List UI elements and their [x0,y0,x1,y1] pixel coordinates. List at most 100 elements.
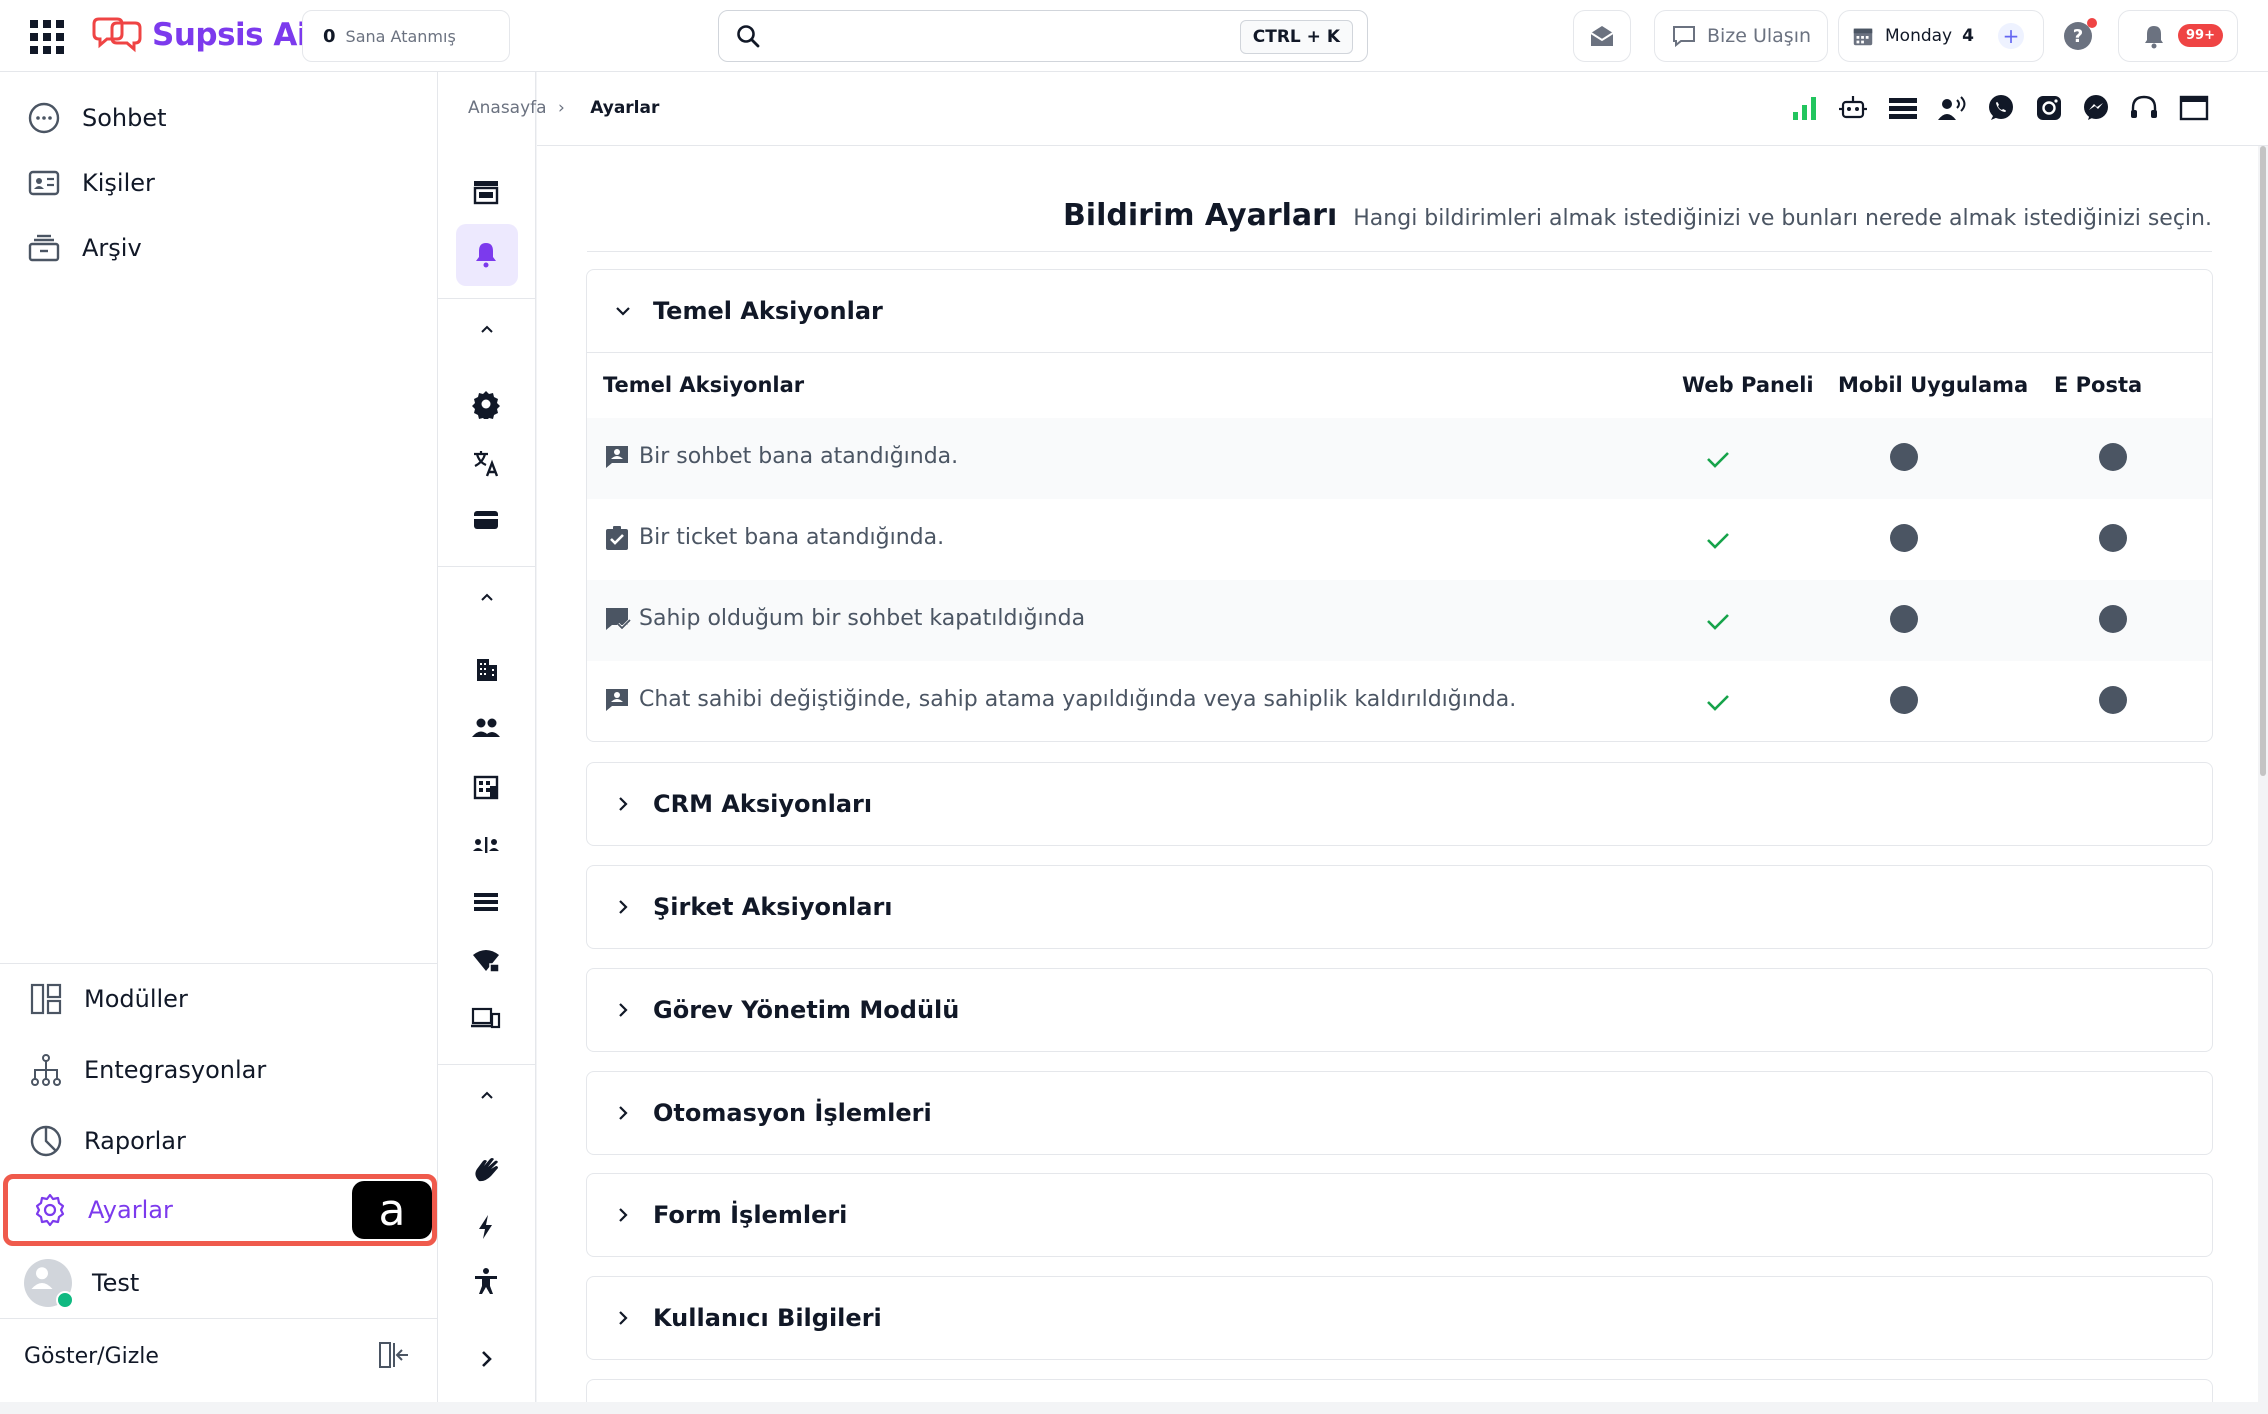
column-header-mobile: Mobil Uygulama [1838,373,2029,397]
collapse-sidebar-icon[interactable] [378,1340,412,1370]
chevron-right-icon [619,1311,628,1325]
notifications-button[interactable]: 99+ [2118,10,2238,62]
ticket-check-icon [606,526,628,550]
toggle-sidebar-label[interactable]: Göster/Gizle [24,1344,159,1369]
sidebar-item-raporlar[interactable]: Raporlar [0,1111,438,1171]
list-rows-icon[interactable] [1887,92,1919,124]
rail-greeting-icon[interactable] [468,1152,504,1188]
email-toggle-off[interactable] [2099,686,2127,714]
rail-company-icon[interactable] [468,652,504,688]
section-otomasyon-islemleri[interactable]: Otomasyon İşlemleri [586,1071,2213,1155]
rail-teams-icon[interactable] [468,826,504,862]
sidebar-item-label: Kişiler [82,169,155,197]
section-header[interactable]: Form İşlemleri [587,1174,2212,1256]
main-scrollbar[interactable] [2258,146,2268,1402]
rail-accessibility-icon[interactable] [468,1264,504,1300]
chevron-up-icon[interactable] [478,1086,496,1104]
section-sirket-aksiyonlari[interactable]: Şirket Aksiyonları [586,865,2213,949]
breadcrumb-home[interactable]: Anasayfa [468,98,547,118]
add-event-icon[interactable]: + [1997,23,2024,49]
sidebar-divider [0,1318,438,1319]
section-header[interactable]: Kullanıcı Bilgileri [587,1277,2212,1359]
web-enabled-check-icon[interactable] [1703,525,1733,555]
speaking-users-icon[interactable] [1937,92,1969,124]
section-gorev-yonetim-modulu[interactable]: Görev Yönetim Modülü [586,968,2213,1052]
global-search[interactable]: CTRL + K [718,10,1368,62]
messenger-icon[interactable] [2080,92,2112,124]
rail-settings-icon[interactable] [468,386,504,422]
chevron-right-icon[interactable] [476,1348,498,1370]
inbox-button[interactable] [1573,10,1631,62]
rail-devices-icon[interactable] [468,1000,504,1036]
mobile-toggle-off[interactable] [1890,443,1918,471]
bot-icon[interactable] [1837,92,1869,124]
breadcrumb: Anasayfa › Ayarlar [468,98,659,118]
search-input[interactable] [779,19,1239,55]
contact-us-button[interactable]: Bize Ulaşın [1654,10,1828,62]
sidebar-item-kisiler[interactable]: Kişiler [0,153,438,213]
section-header[interactable]: CRM Aksiyonları [587,763,2212,845]
email-toggle-off[interactable] [2099,443,2127,471]
whatsapp-icon[interactable] [1985,92,2017,124]
sidebar-divider [0,963,438,964]
email-toggle-off[interactable] [2099,605,2127,633]
mobile-toggle-off[interactable] [1890,524,1918,552]
section-header[interactable]: Otomasyon İşlemleri [587,1072,2212,1154]
rail-users-icon[interactable] [468,710,504,746]
help-alert-dot [2087,18,2097,28]
sidebar-item-user[interactable]: Test [0,1253,438,1313]
calendar-widget[interactable]: Monday 4 + [1838,10,2044,62]
chevron-right-icon [619,900,628,914]
rail-billing-icon[interactable] [468,502,504,538]
web-enabled-check-icon[interactable] [1703,687,1733,717]
signal-bars-icon[interactable] [1789,92,1821,124]
assigned-to-me-chip[interactable]: 0 Sana Atanmış [302,10,510,62]
section-form-islemleri[interactable]: Form İşlemleri [586,1173,2213,1257]
sidebar-item-sohbet[interactable]: Sohbet [0,88,438,148]
apps-grid-icon[interactable] [30,20,64,54]
rail-wifi-lock-icon[interactable] [468,942,504,978]
section-header[interactable]: Temel Aksiyonlar [587,270,2212,352]
sidebar-item-arsiv[interactable]: Arşiv [0,218,438,278]
breadcrumb-separator: › [557,98,565,118]
table-row: Chat sahibi değiştiğinde, sahip atama ya… [587,661,2212,742]
section-kullanici-bilgileri[interactable]: Kullanıcı Bilgileri [586,1276,2213,1360]
rail-list-icon[interactable] [468,884,504,920]
chevron-right-icon [619,1003,628,1017]
chat-assign-icon [606,446,628,468]
annotation-tag: a [352,1181,432,1239]
page-header: Bildirim Ayarları Hangi bildirimleri alm… [1063,198,2212,233]
section-header[interactable]: Görev Yönetim Modülü [587,969,2212,1051]
team-balance-icon [473,837,499,853]
rail-translate-icon[interactable] [468,445,504,481]
web-enabled-check-icon[interactable] [1703,606,1733,636]
mail-inbox-icon [1590,26,1614,46]
chevron-up-icon[interactable] [478,320,496,338]
bell-icon [476,243,496,268]
chevron-right-icon [619,1106,628,1120]
sidebar-item-ayarlar[interactable]: Ayarlar a [3,1174,437,1246]
bell-icon [2145,26,2163,49]
sidebar-item-label: Entegrasyonlar [84,1056,267,1084]
sidebar-item-moduller[interactable]: Modüller [0,969,438,1029]
sidebar-item-label: Sohbet [82,104,167,132]
mobile-toggle-off[interactable] [1890,686,1918,714]
instagram-icon[interactable] [2033,92,2065,124]
sidebar-item-entegrasyonlar[interactable]: Entegrasyonlar [0,1040,438,1100]
rail-automation-icon[interactable] [468,1209,504,1245]
brand-logo[interactable]: Supsis Ai [90,14,308,56]
rail-departments-icon[interactable] [468,769,504,805]
sidebar-item-label: Raporlar [84,1127,186,1155]
rail-store-icon[interactable] [468,174,504,210]
section-header[interactable]: Şirket Aksiyonları [587,866,2212,948]
email-toggle-off[interactable] [2099,524,2127,552]
web-enabled-check-icon[interactable] [1703,444,1733,474]
window-panel-icon[interactable] [2178,92,2210,124]
headset-icon[interactable] [2128,92,2160,124]
section-crm-aksiyonlari[interactable]: CRM Aksiyonları [586,762,2213,846]
mobile-toggle-off[interactable] [1890,605,1918,633]
chevron-up-icon[interactable] [478,588,496,606]
table-row: Sahip olduğum bir sohbet kapatıldığında [587,580,2212,661]
notification-settings-page: Bildirim Ayarları Hangi bildirimleri alm… [537,146,2268,1402]
rail-notifications-icon[interactable] [468,236,504,272]
